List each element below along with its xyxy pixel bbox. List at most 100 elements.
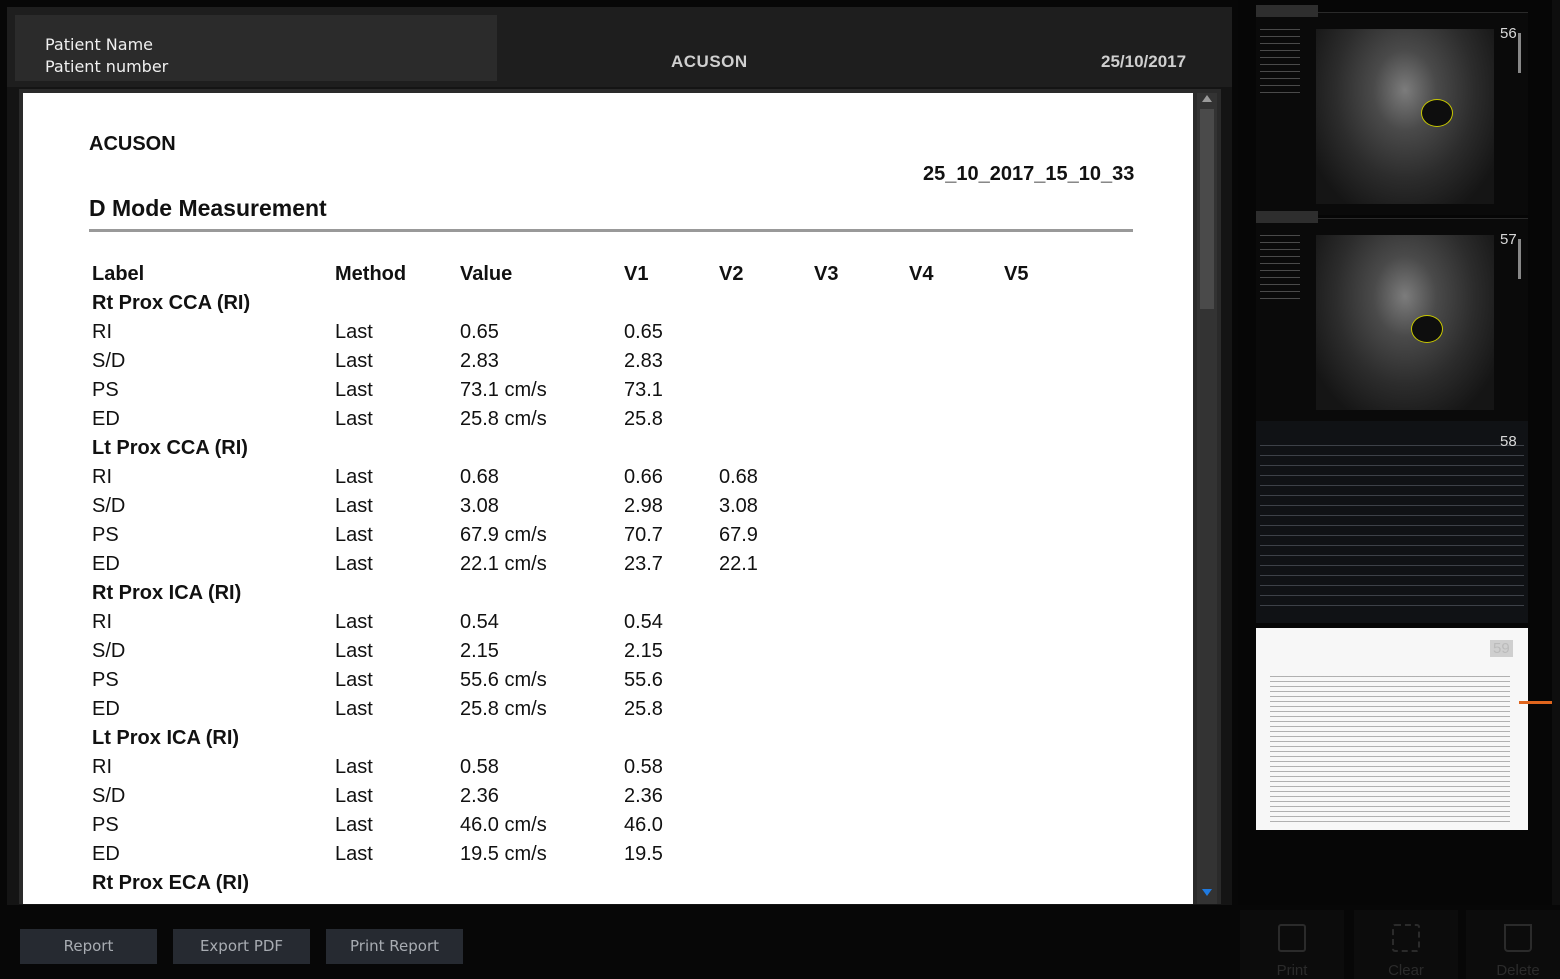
- row-value: 55.6 cm/s: [460, 669, 547, 691]
- table-row: RI Last 0.58 0.58: [92, 756, 1092, 780]
- column-header: V3: [814, 263, 839, 285]
- row-label: ED: [92, 843, 120, 865]
- row-method: Last: [335, 350, 373, 372]
- thumbnail-tab: [1256, 5, 1318, 17]
- clear-button[interactable]: Clear: [1354, 910, 1458, 979]
- patient-info-box: Patient Name Patient number: [15, 15, 497, 81]
- row-method: Last: [335, 843, 373, 865]
- column-header: V5: [1004, 263, 1029, 285]
- row-label: S/D: [92, 495, 126, 517]
- group-label: Rt Prox ECA (RI): [92, 872, 250, 894]
- row-method: Last: [335, 495, 373, 517]
- thumbnail-image[interactable]: 59: [1256, 628, 1528, 830]
- printer-icon: [1278, 924, 1306, 952]
- thumbnail-number: 56: [1500, 25, 1517, 42]
- table-row: S/D Last 3.08 2.98 3.08: [92, 495, 1092, 519]
- table-row: PS Last 55.6 cm/s 55.6: [92, 669, 1092, 693]
- column-header: V1: [624, 263, 649, 285]
- thumbnail-image[interactable]: 56: [1256, 5, 1528, 215]
- group-row: Lt Prox ICA (RI): [92, 727, 1092, 751]
- report-title: D Mode Measurement: [89, 195, 327, 221]
- thumbnail-image[interactable]: 58: [1256, 421, 1528, 623]
- row-v1: 23.7: [624, 553, 663, 575]
- table-row: ED Last 25.8 cm/s 25.8: [92, 698, 1092, 722]
- thumbnail-image[interactable]: 57: [1256, 211, 1528, 421]
- print-report-button[interactable]: Print Report: [326, 929, 463, 964]
- row-label: ED: [92, 408, 120, 430]
- row-method: Last: [335, 756, 373, 778]
- group-row: Rt Prox CCA (RI): [92, 292, 1092, 316]
- table-row: S/D Last 2.15 2.15: [92, 640, 1092, 664]
- triangle-down-icon[interactable]: [1202, 889, 1212, 896]
- row-method: Last: [335, 611, 373, 633]
- report-timestamp: 25_10_2017_15_10_33: [923, 163, 1135, 185]
- row-value: 73.1 cm/s: [460, 379, 547, 401]
- row-label: PS: [92, 524, 119, 546]
- row-v1: 2.36: [624, 785, 663, 807]
- thumbnail-scrollbar[interactable]: [1552, 0, 1560, 905]
- row-value: 25.8 cm/s: [460, 698, 547, 720]
- print-button[interactable]: Print: [1240, 910, 1344, 979]
- group-label: Rt Prox ICA (RI): [92, 582, 242, 604]
- thumbnail-number: 57: [1500, 231, 1517, 248]
- table-row: PS Last 73.1 cm/s 73.1: [92, 379, 1092, 403]
- row-method: Last: [335, 669, 373, 691]
- report-page[interactable]: ACUSON 25_10_2017_15_10_33 D Mode Measur…: [23, 93, 1193, 904]
- report-preview: [1270, 676, 1510, 826]
- row-method: Last: [335, 553, 373, 575]
- row-v1: 0.54: [624, 611, 663, 633]
- ultrasound-annotations: [1260, 235, 1300, 305]
- row-v1: 2.83: [624, 350, 663, 372]
- row-v1: 25.8: [624, 408, 663, 430]
- row-label: S/D: [92, 785, 126, 807]
- row-method: Last: [335, 814, 373, 836]
- table-row: ED Last 22.1 cm/s 23.7 22.1: [92, 553, 1092, 577]
- column-header: V4: [909, 263, 934, 285]
- group-row: Lt Prox CCA (RI): [92, 437, 1092, 461]
- row-label: PS: [92, 814, 119, 836]
- row-v1: 25.8: [624, 698, 663, 720]
- table-header-row: Label Method Value V1 V2 V3 V4 V5: [92, 263, 1092, 287]
- row-method: Last: [335, 408, 373, 430]
- group-row: Rt Prox ECA (RI): [92, 872, 1092, 896]
- clear-selection-icon: [1392, 924, 1420, 952]
- row-v1: 2.98: [624, 495, 663, 517]
- report-window: Patient Name Patient number ACUSON 25/10…: [7, 7, 1232, 905]
- export-pdf-button[interactable]: Export PDF: [173, 929, 310, 964]
- delete-button[interactable]: Delete: [1466, 910, 1560, 979]
- table-row: S/D Last 2.83 2.83: [92, 350, 1092, 374]
- row-label: S/D: [92, 640, 126, 662]
- thumbnail-number: 58: [1500, 433, 1517, 450]
- table-row: ED Last 25.8 cm/s 25.8: [92, 408, 1092, 432]
- scrollbar-thumb[interactable]: [1200, 109, 1214, 309]
- triangle-up-icon[interactable]: [1202, 95, 1212, 102]
- row-method: Last: [335, 698, 373, 720]
- group-label: Lt Prox ICA (RI): [92, 727, 240, 749]
- row-label: ED: [92, 553, 120, 575]
- thumbnail-number: 59: [1490, 640, 1513, 657]
- header-date: 25/10/2017: [1101, 52, 1187, 71]
- ultrasound-image: [1316, 235, 1494, 410]
- table-row: RI Last 0.54 0.54: [92, 611, 1092, 635]
- patient-name: Patient Name: [45, 35, 153, 54]
- row-label: ED: [92, 698, 120, 720]
- table-preview: [1260, 445, 1524, 615]
- row-value: 46.0 cm/s: [460, 814, 547, 836]
- patient-number: Patient number: [45, 57, 169, 76]
- row-label: S/D: [92, 350, 126, 372]
- column-header: Value: [460, 263, 513, 285]
- row-value: 67.9 cm/s: [460, 524, 547, 546]
- header-bar: Patient Name Patient number ACUSON 25/10…: [7, 7, 1232, 87]
- row-v1: 19.5: [624, 843, 663, 865]
- row-v1: 46.0: [624, 814, 663, 836]
- row-v2: 22.1: [719, 553, 758, 575]
- ultrasound-image: [1316, 29, 1494, 204]
- report-scrollbar[interactable]: [1197, 93, 1217, 904]
- row-v1: 0.66: [624, 466, 663, 488]
- row-value: 0.54: [460, 611, 499, 633]
- row-value: 0.58: [460, 756, 499, 778]
- row-method: Last: [335, 785, 373, 807]
- row-label: PS: [92, 669, 119, 691]
- thumbnail-panel: 56 57 58 59: [1238, 0, 1560, 905]
- report-button[interactable]: Report: [20, 929, 157, 964]
